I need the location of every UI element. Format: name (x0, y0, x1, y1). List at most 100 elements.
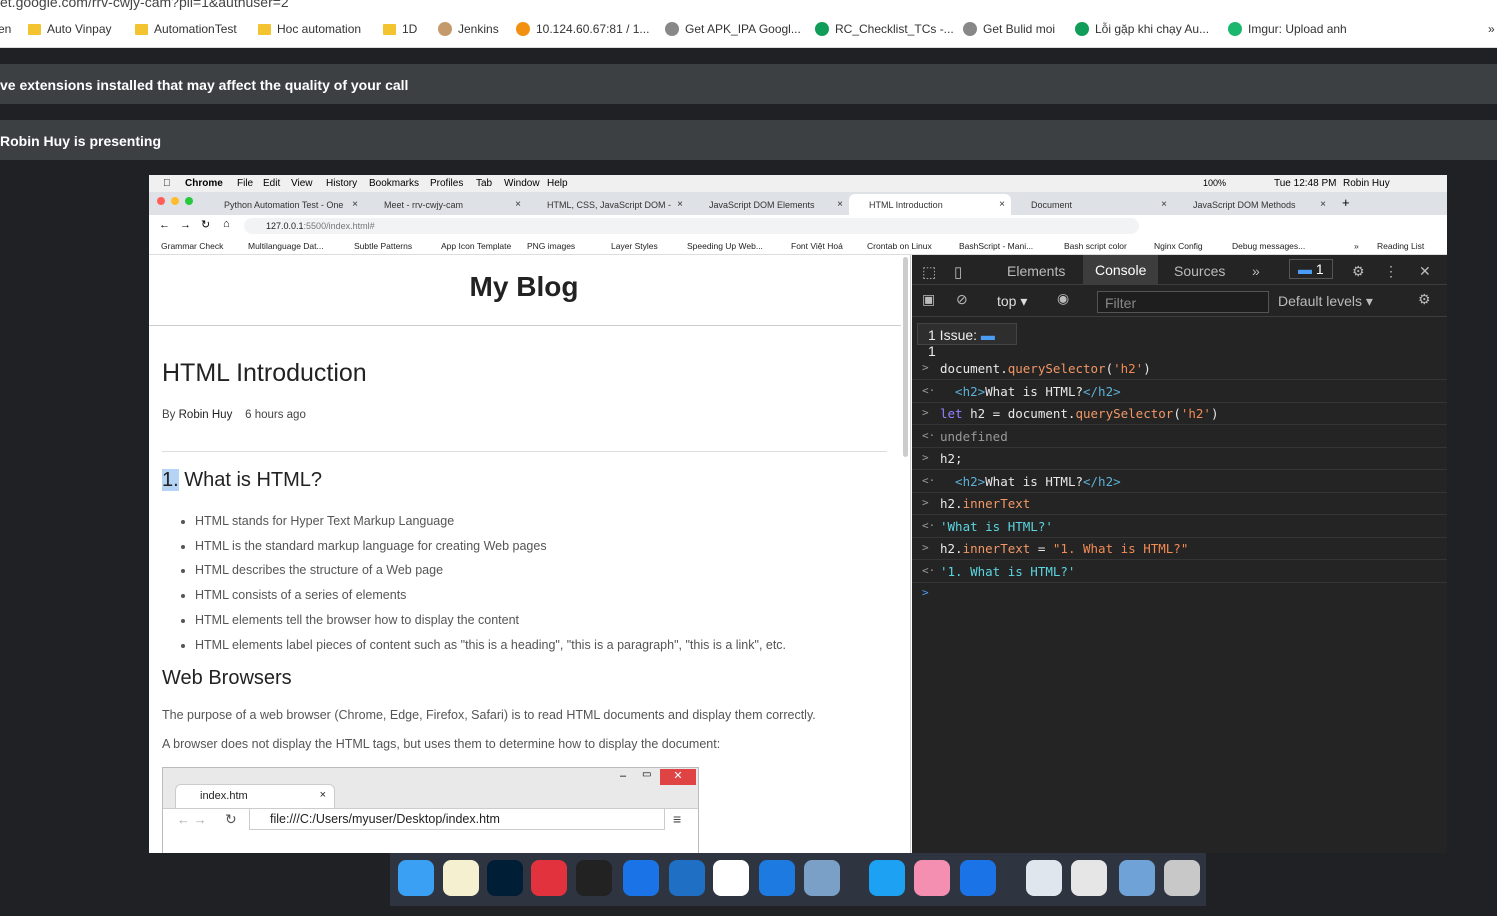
inner-bookmark-item[interactable]: Grammar Check (161, 241, 223, 251)
dock-app-icon[interactable] (443, 860, 479, 896)
device-toggle-icon[interactable]: ▯ (954, 263, 962, 281)
console-settings-icon[interactable]: ⚙ (1418, 291, 1431, 308)
dock-app-icon[interactable] (531, 860, 567, 896)
browser-tab[interactable]: JavaScript DOM Elements × (689, 194, 849, 215)
bookmark-item[interactable]: Get APK_IPA Googl... (665, 22, 801, 36)
clear-console-icon[interactable]: ⊘ (956, 291, 968, 308)
dock-app-icon[interactable] (713, 860, 749, 896)
page-scrollbar[interactable] (903, 257, 908, 457)
mac-menu-view[interactable]: View (291, 178, 313, 189)
bookmark-item[interactable]: AutomationTest (135, 22, 237, 36)
live-expression-eye-icon[interactable]: ◉ (1057, 290, 1069, 307)
mac-menu-bookmarks[interactable]: Bookmarks (369, 178, 419, 189)
inner-bookmark-item[interactable]: Debug messages... (1232, 241, 1305, 251)
inner-bookmark-item[interactable]: Bash script color (1064, 241, 1127, 251)
close-devtools-icon[interactable]: ✕ (1419, 263, 1431, 280)
mac-menu-profiles[interactable]: Profiles (430, 178, 463, 189)
tab-close-icon[interactable]: × (515, 199, 521, 210)
tab-close-icon[interactable]: × (677, 199, 683, 210)
browser-tab[interactable]: HTML, CSS, JavaScript DOM - × (527, 194, 689, 215)
console-filter-input[interactable]: Filter (1097, 291, 1269, 313)
mac-menu-tab[interactable]: Tab (476, 178, 492, 189)
tab-close-icon[interactable]: × (1161, 199, 1167, 210)
inner-bookmark-item[interactable]: » (1354, 241, 1359, 251)
dock-app-icon[interactable] (669, 860, 705, 896)
issues-button[interactable]: 1 Issue: ▬ 1 (917, 323, 1017, 359)
dock-app-icon[interactable] (914, 860, 950, 896)
bookmark-item[interactable]: Imgur: Upload anh (1228, 22, 1347, 36)
new-tab-icon[interactable]: + (1342, 195, 1350, 210)
inner-bookmark-item[interactable]: PNG images (527, 241, 575, 251)
dock-app-icon[interactable] (398, 860, 434, 896)
minimize-window-dot[interactable] (171, 197, 179, 205)
mac-menu-edit[interactable]: Edit (263, 178, 280, 189)
inner-bookmark-item[interactable]: Subtle Patterns (354, 241, 412, 251)
bookmark-item[interactable]: 10.124.60.67:81 / 1... (516, 22, 649, 36)
back-icon[interactable]: ← (159, 219, 170, 231)
forward-icon[interactable]: → (180, 219, 191, 231)
mac-menu-chrome[interactable]: Chrome (185, 178, 223, 189)
mac-menu-help[interactable]: Help (547, 178, 568, 189)
tab-elements[interactable]: Elements (1007, 263, 1065, 279)
browser-tab[interactable]: Python Automation Test - One × (204, 194, 364, 215)
mac-menu-history[interactable]: History (326, 178, 357, 189)
tab-sources[interactable]: Sources (1174, 263, 1225, 279)
inspect-icon[interactable]: ⬚ (922, 263, 936, 281)
dock-app-icon[interactable] (487, 860, 523, 896)
inner-bookmark-item[interactable]: Layer Styles (611, 241, 658, 251)
dock-app-icon[interactable] (1164, 860, 1200, 896)
browser-tab[interactable]: Document × (1011, 194, 1173, 215)
bookmark-item[interactable]: en (0, 22, 11, 36)
issues-badge[interactable]: ▬ 1 (1289, 259, 1333, 279)
log-levels-select[interactable]: Default levels ▾ (1278, 293, 1373, 310)
tab-close-icon[interactable]: × (999, 199, 1005, 210)
bookmark-item[interactable]: RC_Checklist_TCs -... (815, 22, 954, 36)
inner-bookmark-item[interactable]: Speeding Up Web... (687, 241, 763, 251)
bookmark-item[interactable]: Get Bulid moi (963, 22, 1055, 36)
more-tabs-icon[interactable]: » (1252, 263, 1260, 279)
bookmark-item[interactable]: Auto Vinpay (28, 22, 112, 36)
settings-icon[interactable]: ⚙ (1352, 263, 1365, 280)
dock-app-icon[interactable] (623, 860, 659, 896)
sidebar-toggle-icon[interactable]: ▣ (922, 291, 935, 308)
inner-bookmark-item[interactable]: BashScript - Mani... (959, 241, 1033, 251)
context-select[interactable]: top ▾ (997, 293, 1027, 310)
inner-bookmark-item[interactable]: Reading List (1377, 241, 1424, 251)
inner-bookmark-item[interactable]: Nginx Config (1154, 241, 1203, 251)
zoom-window-dot[interactable] (185, 197, 193, 205)
inner-bookmark-item[interactable]: Multilanguage Dat... (248, 241, 324, 251)
tab-close-icon[interactable]: × (1320, 199, 1326, 210)
mac-menu-window[interactable]: Window (504, 178, 540, 189)
apple-icon[interactable]:  (163, 178, 171, 189)
tab-console[interactable]: Console (1083, 255, 1159, 285)
more-bookmarks-icon[interactable]: » (1488, 22, 1495, 36)
inner-bookmark-item[interactable]: Crontab on Linux (867, 241, 932, 251)
browser-tab[interactable]: Meet - rrv-cwjy-cam × (364, 194, 527, 215)
kebab-icon[interactable]: ⋮ (1384, 263, 1398, 280)
dock-app-icon[interactable] (1071, 860, 1107, 896)
dock-app-icon[interactable] (1119, 860, 1155, 896)
bookmark-item[interactable]: 1D (383, 22, 417, 36)
bookmark-item[interactable]: Hoc automation (258, 22, 361, 36)
tab-close-icon[interactable]: × (837, 199, 843, 210)
inner-bookmark-item[interactable]: Font Việt Hoá (791, 241, 843, 251)
reload-icon[interactable]: ↻ (201, 218, 210, 231)
dock-app-icon[interactable] (576, 860, 612, 896)
dock-app-icon[interactable] (759, 860, 795, 896)
dock-app-icon[interactable] (804, 860, 840, 896)
bookmark-item[interactable]: Lỗi gặp khi chạy Au... (1075, 22, 1209, 36)
browser-tab[interactable]: JavaScript DOM Methods × (1173, 194, 1332, 215)
tab-close-icon[interactable]: × (352, 199, 358, 210)
dock-app-icon[interactable] (1026, 860, 1062, 896)
dock-app-icon[interactable] (869, 860, 905, 896)
browser-tab[interactable]: HTML Introduction × (849, 194, 1011, 215)
bookmark-item[interactable]: Jenkins (438, 22, 499, 36)
dock-app-icon[interactable] (960, 860, 996, 896)
author-link[interactable]: Robin Huy (179, 409, 233, 421)
home-icon[interactable]: ⌂ (223, 218, 230, 230)
close-window-dot[interactable] (157, 197, 165, 205)
inner-bookmark-item[interactable]: App Icon Template (441, 241, 511, 251)
url-field[interactable]: 127.0.0.1:5500/index.html# (244, 218, 1139, 234)
outer-address-bar[interactable]: et.google.com/rrv-cwjy-cam?pli=1&authuse… (0, 0, 1497, 12)
mac-menu-file[interactable]: File (237, 178, 253, 189)
